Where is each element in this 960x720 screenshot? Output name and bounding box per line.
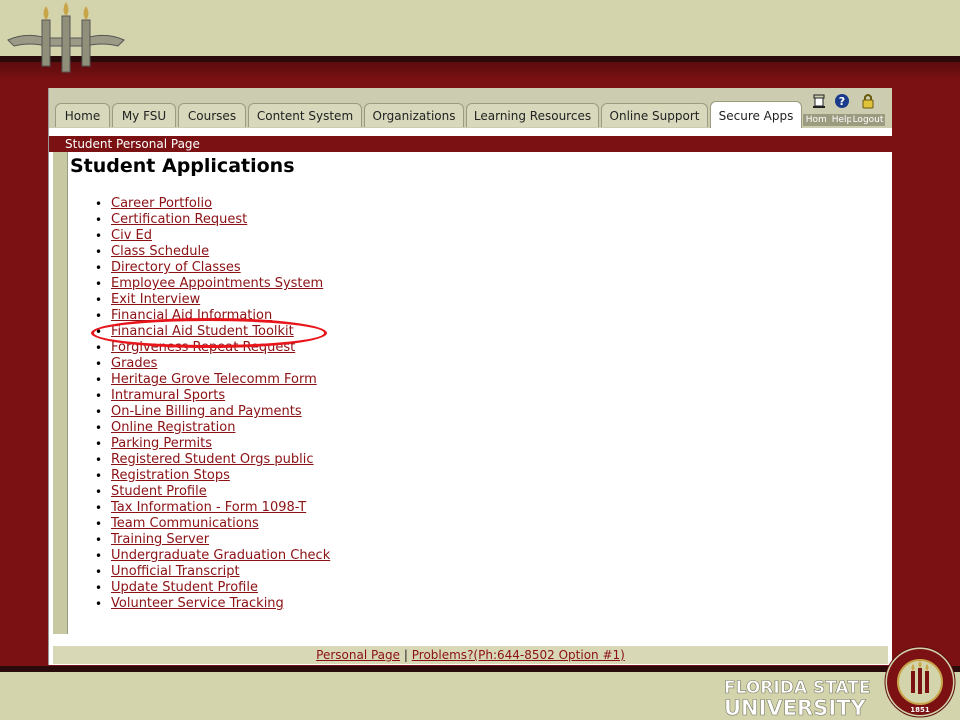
student-personal-page-header: Student Personal Page xyxy=(49,136,892,152)
app-list-item: Undergraduate Graduation Check xyxy=(95,548,330,564)
footer-separator: | xyxy=(403,648,408,662)
app-list-item: Financial Aid Student Toolkit xyxy=(95,324,330,340)
fsu-seal-icon: 1851 xyxy=(884,646,956,718)
app-list-item: Unofficial Transcript xyxy=(95,564,330,580)
app-link-grades[interactable]: Grades xyxy=(111,356,157,371)
logout-utility-label: Logout xyxy=(851,114,885,126)
tab-organizations[interactable]: Organizations xyxy=(364,103,464,127)
torches-logo-icon xyxy=(7,2,125,73)
footer-bar: Personal Page | Problems?(Ph:644-8502 Op… xyxy=(53,646,888,664)
app-link-directory-of-classes[interactable]: Directory of Classes xyxy=(111,260,241,275)
app-link-unofficial-transcript[interactable]: Unofficial Transcript xyxy=(111,564,240,579)
problems-help-link[interactable]: Problems?(Ph:644-8502 Option #1) xyxy=(412,648,625,662)
app-link-civ-ed[interactable]: Civ Ed xyxy=(111,228,152,243)
tab-home[interactable]: Home xyxy=(55,103,110,127)
app-list-item: Class Schedule xyxy=(95,244,330,260)
seal-year: 1851 xyxy=(910,706,930,714)
app-list-item: Registration Stops xyxy=(95,468,330,484)
app-list-item: Forgiveness Repeat Request xyxy=(95,340,330,356)
left-sidebar-strip xyxy=(53,152,68,634)
app-link-financial-aid-student-toolkit[interactable]: Financial Aid Student Toolkit xyxy=(111,324,294,339)
app-list-item: Team Communications xyxy=(95,516,330,532)
tab-online-support[interactable]: Online Support xyxy=(601,103,708,127)
app-link-financial-aid-information[interactable]: Financial Aid Information xyxy=(111,308,272,323)
app-link-intramural-sports[interactable]: Intramural Sports xyxy=(111,388,225,403)
app-link-parking-permits[interactable]: Parking Permits xyxy=(111,436,212,451)
app-list-item: Volunteer Service Tracking xyxy=(95,596,330,612)
app-link-registered-student-orgs-public[interactable]: Registered Student Orgs public xyxy=(111,452,314,467)
app-list-item: Grades xyxy=(95,356,330,372)
logout-lock-icon xyxy=(862,94,874,109)
app-list-item: Online Registration xyxy=(95,420,330,436)
fsu-wordmark: FLORIDA STATE UNIVERSITY xyxy=(724,678,871,718)
app-link-volunteer-service-tracking[interactable]: Volunteer Service Tracking xyxy=(111,596,284,611)
app-link-forgiveness-repeat-request[interactable]: Forgiveness Repeat Request xyxy=(111,340,295,355)
app-list-item: Civ Ed xyxy=(95,228,330,244)
top-gold-band xyxy=(0,0,960,56)
tab-secure-apps[interactable]: Secure Apps xyxy=(710,101,802,128)
app-list-item: Employee Appointments System xyxy=(95,276,330,292)
app-link-student-profile[interactable]: Student Profile xyxy=(111,484,207,499)
personal-page-link[interactable]: Personal Page xyxy=(316,648,400,662)
app-link-online-registration[interactable]: Online Registration xyxy=(111,420,235,435)
wordmark-line2: UNIVERSITY xyxy=(724,696,866,718)
app-link-registration-stops[interactable]: Registration Stops xyxy=(111,468,230,483)
tab-content-system[interactable]: Content System xyxy=(248,103,362,127)
app-list-item: On-Line Billing and Payments xyxy=(95,404,330,420)
browser-window: Home My FSU Courses Content System Organ… xyxy=(48,88,892,665)
app-link-class-schedule[interactable]: Class Schedule xyxy=(111,244,209,259)
app-list-item: Directory of Classes xyxy=(95,260,330,276)
app-list-item: Career Portfolio xyxy=(95,196,330,212)
app-list-item: Certification Request xyxy=(95,212,330,228)
app-link-training-server[interactable]: Training Server xyxy=(111,532,209,547)
app-list-item: Financial Aid Information xyxy=(95,308,330,324)
page-title: Student Applications xyxy=(70,155,295,177)
app-list-item: Intramural Sports xyxy=(95,388,330,404)
app-link-undergraduate-graduation-check[interactable]: Undergraduate Graduation Check xyxy=(111,548,330,563)
tab-my-fsu[interactable]: My FSU xyxy=(112,103,176,127)
app-link-update-student-profile[interactable]: Update Student Profile xyxy=(111,580,258,595)
app-list-item: Registered Student Orgs public xyxy=(95,452,330,468)
app-list-item: Student Profile xyxy=(95,484,330,500)
app-link-tax-information-form-1098-t[interactable]: Tax Information - Form 1098-T xyxy=(111,500,306,515)
tab-bar: Home My FSU Courses Content System Organ… xyxy=(49,88,892,128)
tab-learning-resources[interactable]: Learning Resources xyxy=(466,103,599,127)
app-list-item: Tax Information - Form 1098-T xyxy=(95,500,330,516)
app-link-exit-interview[interactable]: Exit Interview xyxy=(111,292,200,307)
tab-courses[interactable]: Courses xyxy=(178,103,246,127)
app-link-team-communications[interactable]: Team Communications xyxy=(111,516,259,531)
home-icon xyxy=(813,94,825,108)
app-list-item: Training Server xyxy=(95,532,330,548)
app-link-career-portfolio[interactable]: Career Portfolio xyxy=(111,196,212,211)
svg-text:?: ? xyxy=(839,95,845,108)
logout-utility-button[interactable]: Logout xyxy=(851,93,885,127)
application-list: Career PortfolioCertification RequestCiv… xyxy=(95,196,330,612)
subheader-text: Student Personal Page xyxy=(65,137,200,151)
app-list-item: Exit Interview xyxy=(95,292,330,308)
app-link-heritage-grove-telecomm-form[interactable]: Heritage Grove Telecomm Form xyxy=(111,372,317,387)
app-list-item: Update Student Profile xyxy=(95,580,330,596)
app-list-item: Heritage Grove Telecomm Form xyxy=(95,372,330,388)
garnet-shadow xyxy=(0,62,960,80)
app-link-certification-request[interactable]: Certification Request xyxy=(111,212,247,227)
app-list-item: Parking Permits xyxy=(95,436,330,452)
wordmark-line1: FLORIDA STATE xyxy=(724,678,870,698)
help-icon: ? xyxy=(835,94,849,108)
app-link-employee-appointments-system[interactable]: Employee Appointments System xyxy=(111,276,323,291)
app-link-on-line-billing-and-payments[interactable]: On-Line Billing and Payments xyxy=(111,404,302,419)
